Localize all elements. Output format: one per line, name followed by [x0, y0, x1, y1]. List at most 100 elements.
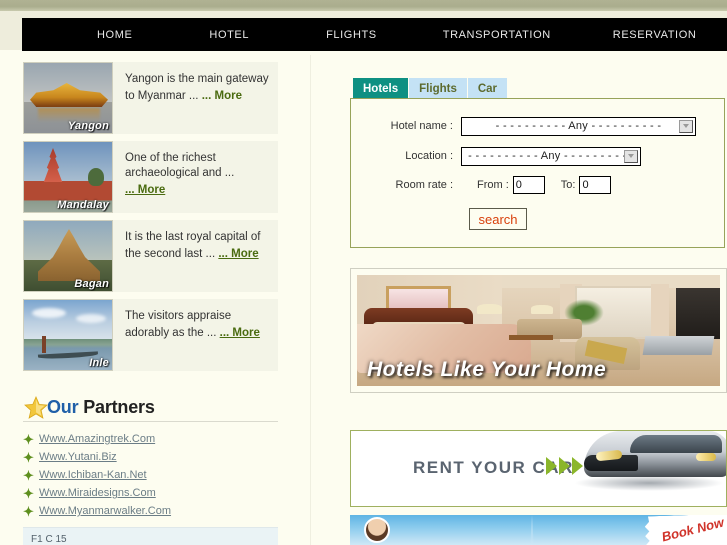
plus-bullet-icon: ✦	[23, 485, 34, 501]
more-link-bagan[interactable]: ... More	[218, 247, 258, 262]
location-select[interactable]: - - - - - - - - - - Any - - - - - - - - …	[461, 146, 641, 166]
partners-header: Our Partners	[23, 395, 278, 422]
chevron-down-icon[interactable]	[679, 119, 693, 133]
more-link-mandalay[interactable]: ... More	[125, 183, 165, 198]
more-link-yangon[interactable]: ... More	[202, 89, 242, 104]
star-icon	[23, 395, 49, 421]
plus-bullet-icon: ✦	[23, 431, 34, 447]
wall-art-shape	[386, 286, 452, 311]
car-rental-banner[interactable]: RENT YOUR CAR	[350, 430, 727, 507]
hotel-banner-caption: Hotels Like Your Home	[367, 358, 607, 381]
cloud-shape	[32, 308, 66, 318]
nav-item-flights[interactable]: FLIGHTS	[326, 29, 377, 41]
search-panel: Hotels Flights Car Hotel name : - - - - …	[350, 78, 725, 248]
hotel-name-select[interactable]: - - - - - - - - - - Any - - - - - - - - …	[461, 116, 696, 136]
partner-link-myanmarwalker[interactable]: Www.Myanmarwalker.Com	[39, 505, 171, 517]
destination-description: One of the richest archaeological and ..…	[125, 152, 235, 179]
lamp-shape	[476, 303, 503, 314]
partner-link-list: ✦ Www.Amazingtrek.Com ✦ Www.Yutani.Biz ✦…	[23, 430, 278, 520]
tower-shape	[530, 515, 534, 545]
nav-item-home[interactable]: HOME	[97, 29, 132, 41]
destination-text-mandalay: One of the richest archaeological and ..…	[113, 141, 278, 213]
column-divider	[310, 55, 311, 545]
car-headlight-shape	[696, 453, 716, 461]
coffee-table-shape	[509, 334, 553, 341]
list-item[interactable]: ✦ Www.Ichiban-Kan.Net	[23, 466, 278, 484]
more-link-inle[interactable]: ... More	[220, 326, 260, 341]
to-label: To:	[560, 179, 576, 191]
car-window-shape	[630, 435, 722, 453]
bottom-left-panel: F1 C 15	[23, 527, 278, 545]
destination-text-inle: The visitors appraise adorably as the ..…	[113, 299, 278, 371]
search-form: Hotel name : - - - - - - - - - - Any - -…	[350, 98, 725, 248]
cloud-shape	[76, 314, 106, 323]
search-tabs: Hotels Flights Car	[353, 78, 725, 99]
plus-bullet-icon: ✦	[23, 449, 34, 465]
destination-card-mandalay[interactable]: Mandalay One of the richest archaeologic…	[23, 141, 278, 213]
room-rate-to-input[interactable]	[579, 176, 612, 194]
destination-text-yangon: Yangon is the main gateway to Myanmar ..…	[113, 62, 278, 134]
left-sidebar: Yangon Yangon is the main gateway to Mya…	[0, 62, 300, 378]
room-rate-from-input[interactable]	[512, 176, 545, 194]
form-row-hotel-name: Hotel name : - - - - - - - - - - Any - -…	[351, 113, 724, 139]
chevron-2	[559, 457, 570, 475]
curtain-shape	[651, 283, 670, 342]
partners-title-part2: Partners	[78, 397, 155, 417]
destination-label: Bagan	[74, 278, 109, 290]
destination-text-bagan: It is the last royal capital of the seco…	[113, 220, 278, 292]
destination-card-bagan[interactable]: Bagan It is the last royal capital of th…	[23, 220, 278, 292]
partners-section: Our Partners ✦ Www.Amazingtrek.Com ✦ Www…	[23, 395, 278, 520]
chevron-down-icon[interactable]	[624, 149, 638, 163]
tree-shape	[88, 168, 104, 186]
partner-link-yutani[interactable]: Www.Yutani.Biz	[39, 451, 117, 463]
nav-item-transportation[interactable]: TRANSPORTATION	[443, 29, 551, 41]
destination-card-inle[interactable]: Inle The visitors appraise adorably as t…	[23, 299, 278, 371]
lamp-shape	[531, 304, 553, 314]
list-item[interactable]: ✦ Www.Myanmarwalker.Com	[23, 502, 278, 520]
partners-title: Our Partners	[47, 397, 155, 418]
form-row-room-rate: Room rate : From : To:	[351, 172, 724, 198]
partner-link-amazingtrek[interactable]: Www.Amazingtrek.Com	[39, 433, 155, 445]
location-selected-value: - - - - - - - - - - Any - - - - - - - - …	[468, 150, 634, 162]
destination-thumbnail-mandalay[interactable]: Mandalay	[23, 141, 113, 213]
destination-thumbnail-inle[interactable]: Inle	[23, 299, 113, 371]
car-image	[574, 431, 726, 506]
destination-label: Mandalay	[57, 199, 109, 211]
hotel-name-selected-value: - - - - - - - - - - Any - - - - - - - - …	[495, 120, 662, 132]
booking-banner[interactable]: Book Now	[350, 515, 727, 545]
bottom-left-panel-text: F1 C 15	[31, 534, 67, 545]
car-shadow	[574, 475, 724, 491]
partner-link-ichiban-kan[interactable]: Www.Ichiban-Kan.Net	[39, 469, 147, 481]
room-rate-label: Room rate :	[395, 179, 453, 191]
plus-bullet-icon: ✦	[23, 467, 34, 483]
television-shape	[676, 288, 720, 340]
nav-item-hotel[interactable]: HOTEL	[209, 29, 249, 41]
destination-description: The visitors appraise adorably as the ..…	[125, 310, 232, 339]
top-strip	[0, 0, 727, 11]
avatar	[364, 517, 390, 543]
destination-card-yangon[interactable]: Yangon Yangon is the main gateway to Mya…	[23, 62, 278, 134]
fisherman-shape	[42, 336, 46, 353]
tab-car[interactable]: Car	[467, 78, 509, 99]
search-button[interactable]: search	[469, 208, 527, 230]
chevron-1	[546, 457, 557, 475]
list-item[interactable]: ✦ Www.Amazingtrek.Com	[23, 430, 278, 448]
tab-hotels[interactable]: Hotels	[353, 78, 410, 99]
nav-item-reservation[interactable]: RESERVATION	[613, 29, 697, 41]
tab-flights[interactable]: Flights	[409, 78, 468, 99]
location-label: Location :	[405, 150, 453, 162]
destination-description: Yangon is the main gateway to Myanmar ..…	[125, 73, 269, 102]
main-navigation: HOME HOTEL FLIGHTS TRANSPORTATION RESERV…	[22, 18, 727, 51]
destination-thumbnail-bagan[interactable]: Bagan	[23, 220, 113, 292]
partner-link-miraidesigns[interactable]: Www.Miraidesigns.Com	[39, 487, 156, 499]
destination-label: Yangon	[67, 120, 109, 132]
hotel-banner[interactable]: Hotels Like Your Home	[350, 268, 727, 393]
destination-thumbnail-yangon[interactable]: Yangon	[23, 62, 113, 134]
hotel-room-image: Hotels Like Your Home	[357, 275, 720, 386]
destination-label: Inle	[89, 357, 109, 369]
laptop-shape	[642, 336, 715, 355]
from-label: From :	[477, 179, 509, 191]
plus-bullet-icon: ✦	[23, 503, 34, 519]
list-item[interactable]: ✦ Www.Miraidesigns.Com	[23, 484, 278, 502]
list-item[interactable]: ✦ Www.Yutani.Biz	[23, 448, 278, 466]
